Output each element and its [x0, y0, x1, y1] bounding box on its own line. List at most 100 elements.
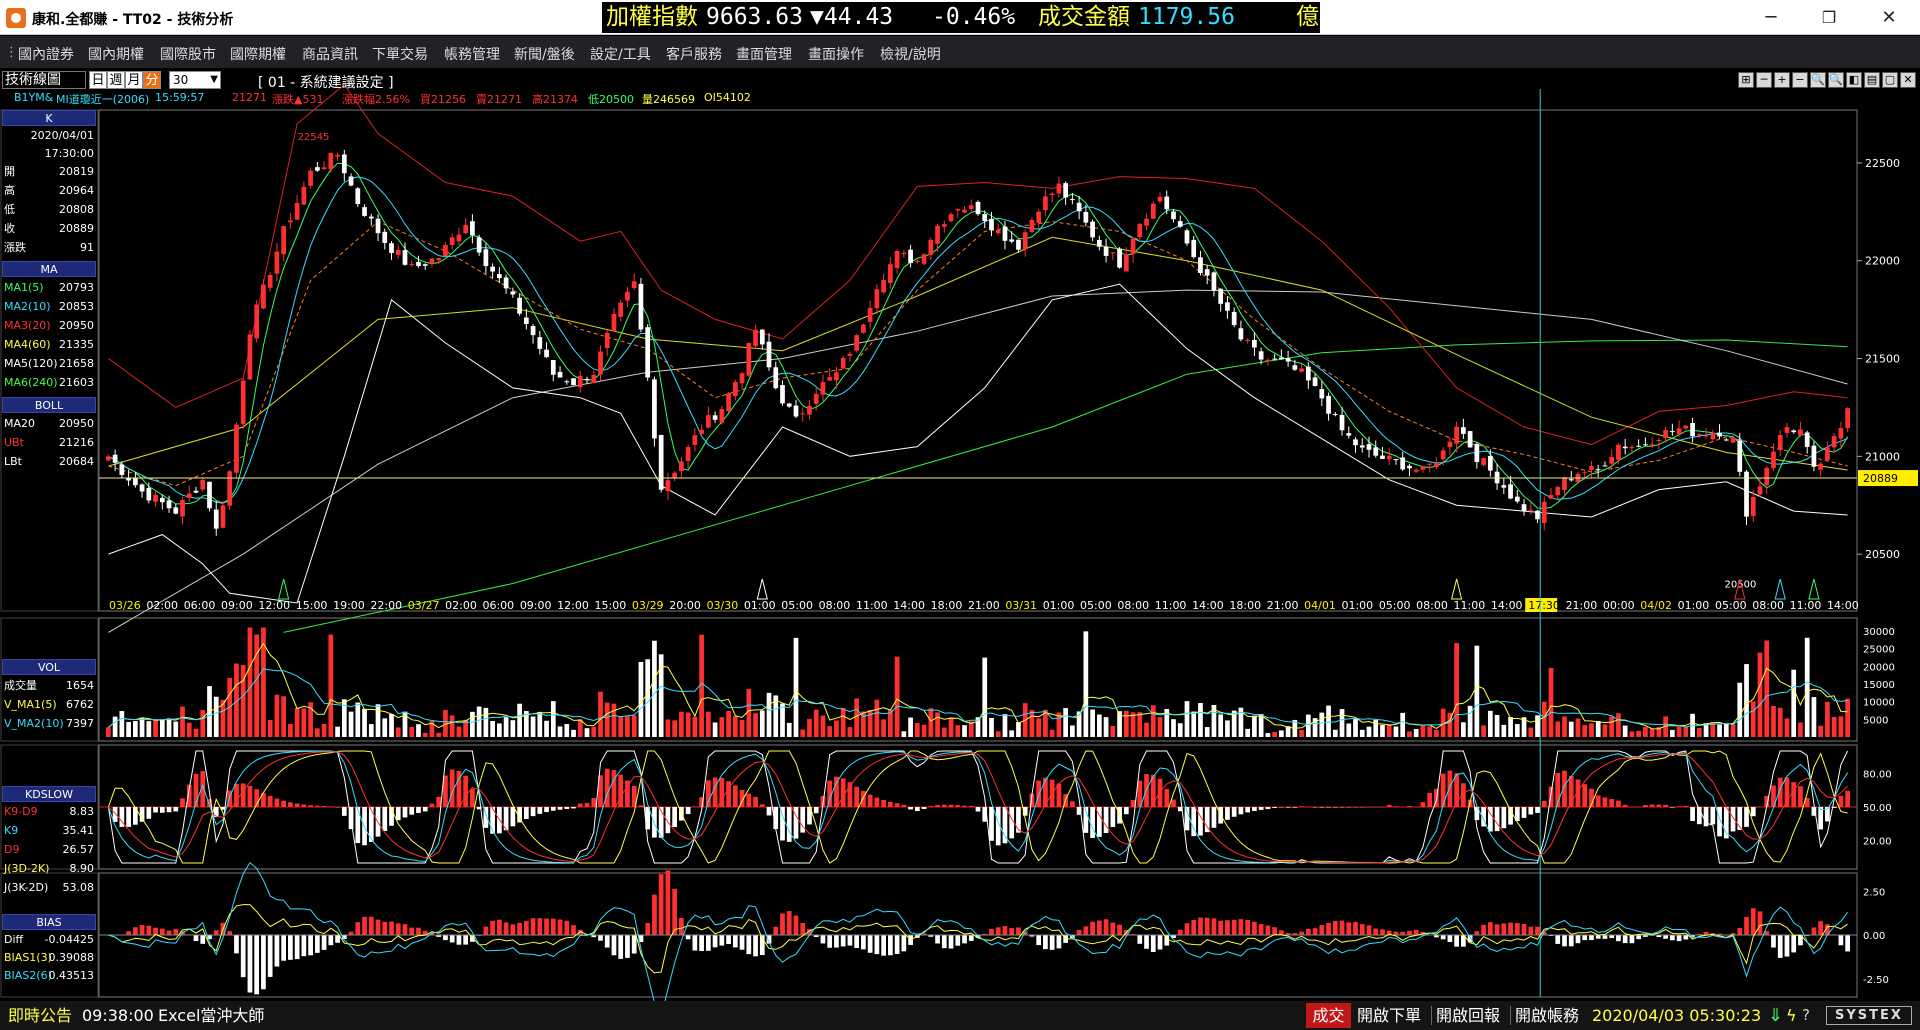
candle-body: [1076, 202, 1082, 212]
menu-item-9[interactable]: 客戶服務: [666, 44, 722, 64]
kd-diff-bar: [409, 807, 415, 815]
search-alt-icon[interactable]: 🔍: [1828, 72, 1844, 88]
volume-bar: [1171, 719, 1176, 737]
menu-item-3[interactable]: 國際期權: [230, 44, 286, 64]
frame-icon[interactable]: ▢: [1882, 72, 1898, 88]
close-icon[interactable]: ✕: [1900, 72, 1916, 88]
bias-diff-bar: [1353, 921, 1358, 935]
fullscreen-icon[interactable]: ⊞: [1738, 72, 1754, 88]
menu-item-6[interactable]: 帳務管理: [444, 44, 500, 64]
kd-diff-bar: [1171, 799, 1176, 807]
bias-diff-bar: [1663, 935, 1668, 939]
minutes-select[interactable]: 30 ▼: [169, 71, 221, 89]
restore-button[interactable]: ❐: [1806, 0, 1852, 35]
candle-body: [1784, 427, 1790, 433]
kd-diff-bar: [975, 807, 981, 812]
menu-item-0[interactable]: 國內證券: [18, 44, 74, 64]
bias-diff-bar: [1319, 925, 1325, 935]
vol-panel-header[interactable]: VOL: [2, 659, 96, 675]
bias-diff-bar: [463, 935, 469, 945]
menu-item-8[interactable]: 設定/工具: [590, 44, 651, 64]
boll-panel-header[interactable]: BOLL: [2, 397, 96, 413]
menu-item-12[interactable]: 檢視/說明: [880, 44, 941, 64]
zoom-out-icon[interactable]: −: [1792, 72, 1808, 88]
kd-diff-bar: [1386, 804, 1392, 807]
candle-body: [449, 237, 455, 246]
menu-item-10[interactable]: 畫面管理: [736, 44, 792, 64]
k-panel-header[interactable]: K: [2, 110, 96, 126]
download-icon[interactable]: ⇓: [1768, 1001, 1783, 1030]
kd-diff-bar: [712, 777, 718, 807]
menu-item-1[interactable]: 國內期權: [88, 44, 144, 64]
kd-diff-bar: [301, 804, 307, 807]
menu-item-11[interactable]: 畫面操作: [808, 44, 864, 64]
bias-diff-bar: [321, 935, 327, 950]
period-tab-1[interactable]: 週: [107, 71, 125, 89]
ma-1-label: MA2(10): [4, 300, 51, 313]
close-button[interactable]: ✕: [1866, 0, 1912, 35]
chart-canvas[interactable]: 2050021000215002200022500208892254520500…: [0, 69, 1920, 1001]
candle-body: [935, 225, 940, 244]
search-icon[interactable]: 🔍: [1810, 72, 1826, 88]
kd-diff-bar: [1231, 807, 1237, 817]
notice-label[interactable]: 即時公告: [8, 1001, 72, 1030]
volume-bar: [1643, 726, 1648, 737]
trade-button[interactable]: 成交: [1306, 1003, 1351, 1028]
ma-3-value: 21335: [59, 338, 94, 351]
bias-diff-bar: [712, 935, 718, 948]
candle-body: [476, 237, 482, 253]
status-bar: 即時公告 09:38:00 Excel當沖大師 成交 開啟下單 開啟回報 開啟帳…: [0, 1001, 1920, 1030]
bias-diff-bar: [402, 924, 408, 935]
volume-bar: [1380, 724, 1385, 737]
period-tab-0[interactable]: 日: [89, 71, 107, 89]
period-tab-3[interactable]: 分: [143, 71, 161, 89]
volume-bar: [874, 699, 880, 737]
excel-link[interactable]: Excel當沖大師: [158, 1001, 264, 1030]
bias-diff-bar: [240, 935, 246, 978]
quote-high: 高21374: [532, 93, 578, 106]
ma-panel-header[interactable]: MA: [2, 261, 96, 277]
candle-body: [106, 456, 111, 461]
bias-diff-bar: [132, 927, 138, 935]
bias-diff-bar: [1103, 919, 1109, 935]
menu-item-2[interactable]: 國際股市: [160, 44, 216, 64]
system-setting-label[interactable]: [ 01 - 系統建議設定 ]: [258, 72, 394, 92]
bias-diff-bar: [1157, 935, 1163, 950]
kd-diff-bar: [308, 805, 313, 807]
bias-diff-bar: [888, 935, 893, 956]
zoom-in-icon[interactable]: +: [1774, 72, 1790, 88]
table-icon[interactable]: ▤: [1864, 72, 1880, 88]
bias-diff-bar: [1110, 922, 1116, 935]
price-pane-frame: [98, 109, 1858, 612]
bias-panel-header[interactable]: BIAS: [2, 914, 96, 930]
kd-panel-header[interactable]: KDSLOW: [2, 786, 96, 802]
open-report-button[interactable]: 開啟回報: [1436, 1001, 1500, 1030]
period-tab-2[interactable]: 月: [125, 71, 143, 89]
help-icon[interactable]: ?: [1802, 1001, 1810, 1030]
candle-body: [1501, 485, 1507, 488]
bias-diff-bar: [1258, 924, 1264, 935]
menu-item-4[interactable]: 商品資訊: [302, 44, 358, 64]
bias-diff-bar: [483, 926, 489, 935]
minimize-button[interactable]: ─: [1748, 0, 1794, 35]
volume-bar: [510, 720, 516, 737]
time-axis-label: 05:00: [1080, 599, 1112, 612]
candle-body: [1130, 238, 1136, 255]
kd-diff-bar: [834, 776, 839, 807]
kd-diff-bar: [591, 798, 597, 807]
kd-diff-bar: [173, 807, 179, 812]
kd-diff-bar: [989, 807, 994, 841]
candle-body: [1238, 328, 1244, 340]
open-order-button[interactable]: 開啟下單: [1357, 1001, 1421, 1030]
open-account-button[interactable]: 開啟帳務: [1515, 1001, 1579, 1030]
candle-body: [1218, 288, 1224, 304]
line-icon[interactable]: ─: [1756, 72, 1772, 88]
volume-bar: [348, 711, 354, 737]
menu-item-7[interactable]: 新聞/盤後: [514, 44, 575, 64]
candle-body: [1447, 441, 1453, 448]
menu-item-5[interactable]: 下單交易: [372, 44, 428, 64]
candle-body: [1191, 239, 1197, 258]
bias-diff-bar: [389, 921, 394, 935]
bias-diff-bar: [786, 911, 792, 935]
window-icon[interactable]: ◧: [1846, 72, 1862, 88]
